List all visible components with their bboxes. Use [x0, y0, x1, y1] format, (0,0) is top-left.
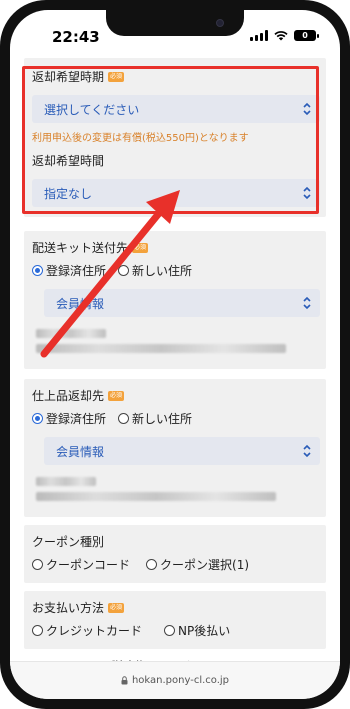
finished-return-label: 仕上品返却先	[32, 389, 105, 403]
radio-unchecked-icon	[118, 265, 130, 276]
payment-credit-card-radio[interactable]: クレジットカード	[32, 622, 142, 639]
return-time-label: 返却希望時間	[32, 154, 105, 168]
payment-label: お支払い方法	[32, 601, 105, 615]
order-form: 返却希望時期 必須 選択してください 利用申込後の変更は有償(税込550円)とな…	[24, 58, 326, 672]
coupon-radios: クーポンコード クーポン選択(1)	[32, 556, 320, 573]
return-time-value: 指定なし	[44, 186, 93, 201]
select-chevron-icon	[303, 102, 311, 116]
return-time-select[interactable]: 指定なし	[32, 179, 320, 207]
finished-return-radios: 登録済住所 新しい住所	[32, 410, 320, 427]
payment-section: お支払い方法 必須 クレジットカード NP後払い	[24, 591, 326, 649]
signal-icon	[250, 30, 268, 41]
kit-shipping-section: 配送キット送付先 必須 登録済住所 新しい住所 会員情報	[24, 231, 326, 369]
finished-return-registered-radio[interactable]: 登録済住所	[32, 410, 106, 427]
radio-unchecked-icon	[146, 559, 158, 570]
select-chevron-icon	[303, 444, 311, 458]
return-date-select[interactable]: 選択してください	[32, 95, 320, 123]
lock-icon	[121, 676, 128, 685]
blurred-address	[36, 329, 320, 353]
finished-return-value: 会員情報	[56, 444, 105, 459]
status-icons: 0	[250, 30, 319, 41]
url-domain: hokan.pony-cl.co.jp	[131, 675, 230, 686]
radio-unchecked-icon	[118, 413, 130, 424]
kit-shipping-select[interactable]: 会員情報	[44, 289, 320, 317]
kit-shipping-new-radio[interactable]: 新しい住所	[118, 262, 192, 279]
wifi-icon	[274, 31, 288, 41]
return-date-value: 選択してください	[44, 102, 140, 117]
kit-shipping-label: 配送キット送付先	[32, 241, 129, 255]
coupon-code-radio[interactable]: クーポンコード	[32, 556, 130, 573]
battery-icon: 0	[294, 30, 319, 41]
required-badge: 必須	[108, 71, 125, 82]
finished-return-select[interactable]: 会員情報	[44, 437, 320, 465]
payment-np-radio[interactable]: NP後払い	[164, 622, 230, 639]
screen: 22:43 0 返却希望時期 必須 選択してください 利用申込後の変更は有償(税…	[10, 10, 340, 699]
select-chevron-icon	[303, 186, 311, 200]
status-time: 22:43	[52, 28, 100, 46]
blurred-address	[36, 477, 320, 501]
select-chevron-icon	[303, 296, 311, 310]
radio-checked-icon	[32, 413, 43, 424]
coupon-section: クーポン種別 クーポンコード クーポン選択(1)	[24, 525, 326, 583]
radio-checked-icon	[32, 265, 43, 276]
notch	[106, 10, 244, 36]
return-date-note: 利用申込後の変更は有償(税込550円)となります	[32, 133, 249, 144]
kit-shipping-value: 会員情報	[56, 296, 105, 311]
url-bar[interactable]: hokan.pony-cl.co.jp	[10, 661, 340, 699]
camera	[216, 19, 224, 27]
return-schedule-section: 返却希望時期 必須 選択してください 利用申込後の変更は有償(税込550円)とな…	[24, 58, 326, 217]
coupon-select-radio[interactable]: クーポン選択(1)	[146, 556, 249, 573]
required-badge: 必須	[108, 390, 125, 401]
kit-shipping-registered-radio[interactable]: 登録済住所	[32, 262, 106, 279]
radio-unchecked-icon	[164, 625, 176, 636]
coupon-label: クーポン種別	[32, 535, 105, 549]
phone-frame: 22:43 0 返却希望時期 必須 選択してください 利用申込後の変更は有償(税…	[0, 0, 350, 709]
return-date-label: 返却希望時期	[32, 70, 105, 84]
finished-return-new-radio[interactable]: 新しい住所	[118, 410, 192, 427]
required-badge: 必須	[132, 242, 149, 253]
radio-unchecked-icon	[32, 559, 43, 570]
radio-unchecked-icon	[32, 625, 43, 636]
payment-radios: クレジットカード NP後払い	[32, 622, 320, 639]
kit-shipping-radios: 登録済住所 新しい住所	[32, 262, 320, 279]
finished-return-section: 仕上品返却先 必須 登録済住所 新しい住所 会員情報	[24, 379, 326, 517]
required-badge: 必須	[108, 602, 125, 613]
